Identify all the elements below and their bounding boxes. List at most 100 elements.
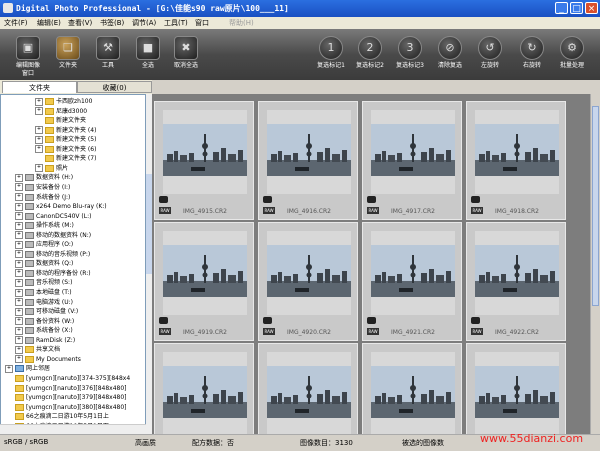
expand-icon[interactable]: + xyxy=(15,173,23,182)
expand-icon[interactable]: + xyxy=(35,164,43,173)
menu-item-2[interactable]: 查看(V) xyxy=(68,18,92,28)
rotate-left-button[interactable]: ↺ 左旋转 xyxy=(472,36,508,70)
tree-item[interactable]: + 移动的程序备份 (R:) xyxy=(15,269,91,279)
check-mark-1-button[interactable]: 1 复选标记1 xyxy=(313,36,349,70)
folder-button[interactable]: ❏ 文件夹 xyxy=(50,36,86,70)
select-all-button[interactable]: ■ 全选 xyxy=(130,36,166,70)
menu-item-7[interactable]: 帮助(H) xyxy=(229,18,254,28)
tree-item[interactable]: 新建文件夹 xyxy=(35,116,86,126)
tree-item[interactable]: + 本地磁盘 (T:) xyxy=(15,288,72,298)
expand-icon[interactable]: + xyxy=(15,212,23,221)
deselect-all-button[interactable]: ✖ 取消全选 xyxy=(168,36,204,70)
expand-icon[interactable]: + xyxy=(15,183,23,192)
expand-icon[interactable]: + xyxy=(35,126,43,135)
thumbnail-card[interactable] xyxy=(258,343,358,434)
thumbnail-card[interactable]: RAW IMG_4917.CR2 xyxy=(362,101,462,220)
tree-item[interactable]: + 新建文件夹 (4) xyxy=(35,126,96,136)
clear-check-button[interactable]: ⊘ 清除复选 xyxy=(432,36,468,70)
tab-favorites[interactable]: 收藏(0) xyxy=(77,81,152,93)
menu-item-3[interactable]: 书签(B) xyxy=(100,18,124,28)
tree-item[interactable]: [yumgcn][naruto][379][848x480] xyxy=(5,393,127,403)
expand-icon[interactable]: + xyxy=(15,298,23,307)
tree-item[interactable]: + CanonDC540V (L:) xyxy=(15,212,91,222)
expand-icon[interactable]: + xyxy=(15,250,23,259)
expand-icon[interactable]: + xyxy=(15,278,23,287)
tree-item[interactable]: + 安装备份 (I:) xyxy=(15,183,70,193)
menu-item-5[interactable]: 工具(T) xyxy=(164,18,188,28)
edit-window-button[interactable]: ▣ 编辑图像 窗口 xyxy=(10,36,46,78)
expand-icon[interactable]: + xyxy=(15,317,23,326)
tree-item[interactable]: + 应用程序 (O:) xyxy=(15,240,73,250)
menu-item-6[interactable]: 窗口 xyxy=(195,18,209,28)
tree-item[interactable]: 新建文件夹 (7) xyxy=(35,154,96,164)
thumbnail-card[interactable]: RAW IMG_4918.CR2 xyxy=(466,101,566,220)
thumbnail-card[interactable]: RAW IMG_4919.CR2 xyxy=(154,222,254,341)
menu-item-4[interactable]: 调节(A) xyxy=(132,18,156,28)
thumbnail-card[interactable]: RAW IMG_4922.CR2 xyxy=(466,222,566,341)
check-mark-3-button[interactable]: 3 复选标记3 xyxy=(392,36,428,70)
expand-icon[interactable]: + xyxy=(15,259,23,268)
expand-icon[interactable]: + xyxy=(5,364,13,373)
tree-item[interactable]: + 尼康d3000 xyxy=(35,107,87,117)
tree-item[interactable]: + 操作系统 (M:) xyxy=(15,221,74,231)
tree-item[interactable]: + RamDisk (Z:) xyxy=(15,336,75,346)
thumbnail-card[interactable] xyxy=(362,343,462,434)
tree-item[interactable]: + x264 Demo Blu-ray (K:) xyxy=(15,202,107,212)
expand-icon[interactable]: + xyxy=(15,326,23,335)
tree-item[interactable]: + 备份资料 (W:) xyxy=(15,317,74,327)
thumbnail-card[interactable]: RAW IMG_4916.CR2 xyxy=(258,101,358,220)
tree-item[interactable]: [yumgcn][naruto][380][848x480] xyxy=(5,403,127,413)
expand-icon[interactable]: + xyxy=(35,145,43,154)
grid-scroll-thumb[interactable] xyxy=(592,106,599,306)
expand-icon[interactable]: + xyxy=(15,288,23,297)
expand-icon[interactable]: + xyxy=(15,240,23,249)
expand-icon[interactable]: + xyxy=(35,135,43,144)
expand-icon[interactable]: + xyxy=(15,307,23,316)
tree-item[interactable]: + 可移动磁盘 (V:) xyxy=(15,307,78,317)
expand-icon[interactable]: + xyxy=(15,345,23,354)
tree-item[interactable]: + 卡西欧zh100 xyxy=(35,97,92,107)
tree-item[interactable]: + My Documents xyxy=(15,355,81,365)
tree-item[interactable]: 66之痕滴二日游10年5月1日上 xyxy=(5,412,109,422)
batch-process-button[interactable]: ⚙ 批量处理 xyxy=(554,36,590,70)
tree-item[interactable]: + 数据资料 (H:) xyxy=(15,173,73,183)
tree-item[interactable]: + 移动的音乐视频 (P:) xyxy=(15,250,90,260)
check-mark-2-button[interactable]: 2 复选标记2 xyxy=(352,36,388,70)
tree-item[interactable]: + 照片 xyxy=(35,164,68,174)
expand-icon[interactable]: + xyxy=(15,231,23,240)
expand-icon[interactable]: + xyxy=(15,355,23,364)
tree-item[interactable]: + 网上邻居 xyxy=(5,364,50,374)
expand-icon[interactable]: + xyxy=(15,269,23,278)
menu-item-0[interactable]: 文件(F) xyxy=(4,18,28,28)
thumbnail-card[interactable]: RAW IMG_4921.CR2 xyxy=(362,222,462,341)
tools-button[interactable]: ⚒ 工具 xyxy=(90,36,126,70)
tree-item[interactable]: + 数据资料 (Q:) xyxy=(15,259,73,269)
expand-icon[interactable]: + xyxy=(35,97,43,106)
tree-item[interactable]: + 系统备份 (J:) xyxy=(15,193,70,203)
grid-vertical-scrollbar[interactable] xyxy=(590,94,600,434)
thumbnail-card[interactable] xyxy=(154,343,254,434)
expand-icon[interactable]: + xyxy=(15,193,23,201)
maximize-button[interactable]: □ xyxy=(570,2,583,14)
tree-item[interactable]: + 电脑游戏 (U:) xyxy=(15,298,73,308)
tree-item[interactable]: + 音乐视频 (S:) xyxy=(15,278,72,288)
tree-item[interactable]: [yumgcn][naruto][374-375][848x4 xyxy=(5,374,130,384)
expand-icon[interactable]: + xyxy=(15,202,23,211)
tab-folders[interactable]: 文件夹 xyxy=(2,81,77,93)
thumbnail-card[interactable]: RAW IMG_4915.CR2 xyxy=(154,101,254,220)
expand-icon[interactable]: + xyxy=(15,221,23,230)
close-button[interactable]: × xyxy=(585,2,598,14)
tree-item[interactable]: + 系统备份 (X:) xyxy=(15,326,73,336)
tree-item[interactable]: + 移动的数据资料 (N:) xyxy=(15,231,91,241)
tree-item[interactable]: + 新建文件夹 (5) xyxy=(35,135,96,145)
expand-icon[interactable]: + xyxy=(15,336,23,345)
tree-item[interactable]: + 共享文档 xyxy=(15,345,60,355)
tree-item[interactable]: [yumgcn][naruto][376][848x480] xyxy=(5,384,127,394)
rotate-right-button[interactable]: ↻ 右旋转 xyxy=(514,36,550,70)
menu-item-1[interactable]: 编辑(E) xyxy=(37,18,61,28)
minimize-button[interactable]: _ xyxy=(555,2,568,14)
tree-item[interactable]: + 新建文件夹 (6) xyxy=(35,145,96,155)
thumbnail-card[interactable] xyxy=(466,343,566,434)
expand-icon[interactable]: + xyxy=(35,107,43,116)
thumbnail-card[interactable]: RAW IMG_4920.CR2 xyxy=(258,222,358,341)
